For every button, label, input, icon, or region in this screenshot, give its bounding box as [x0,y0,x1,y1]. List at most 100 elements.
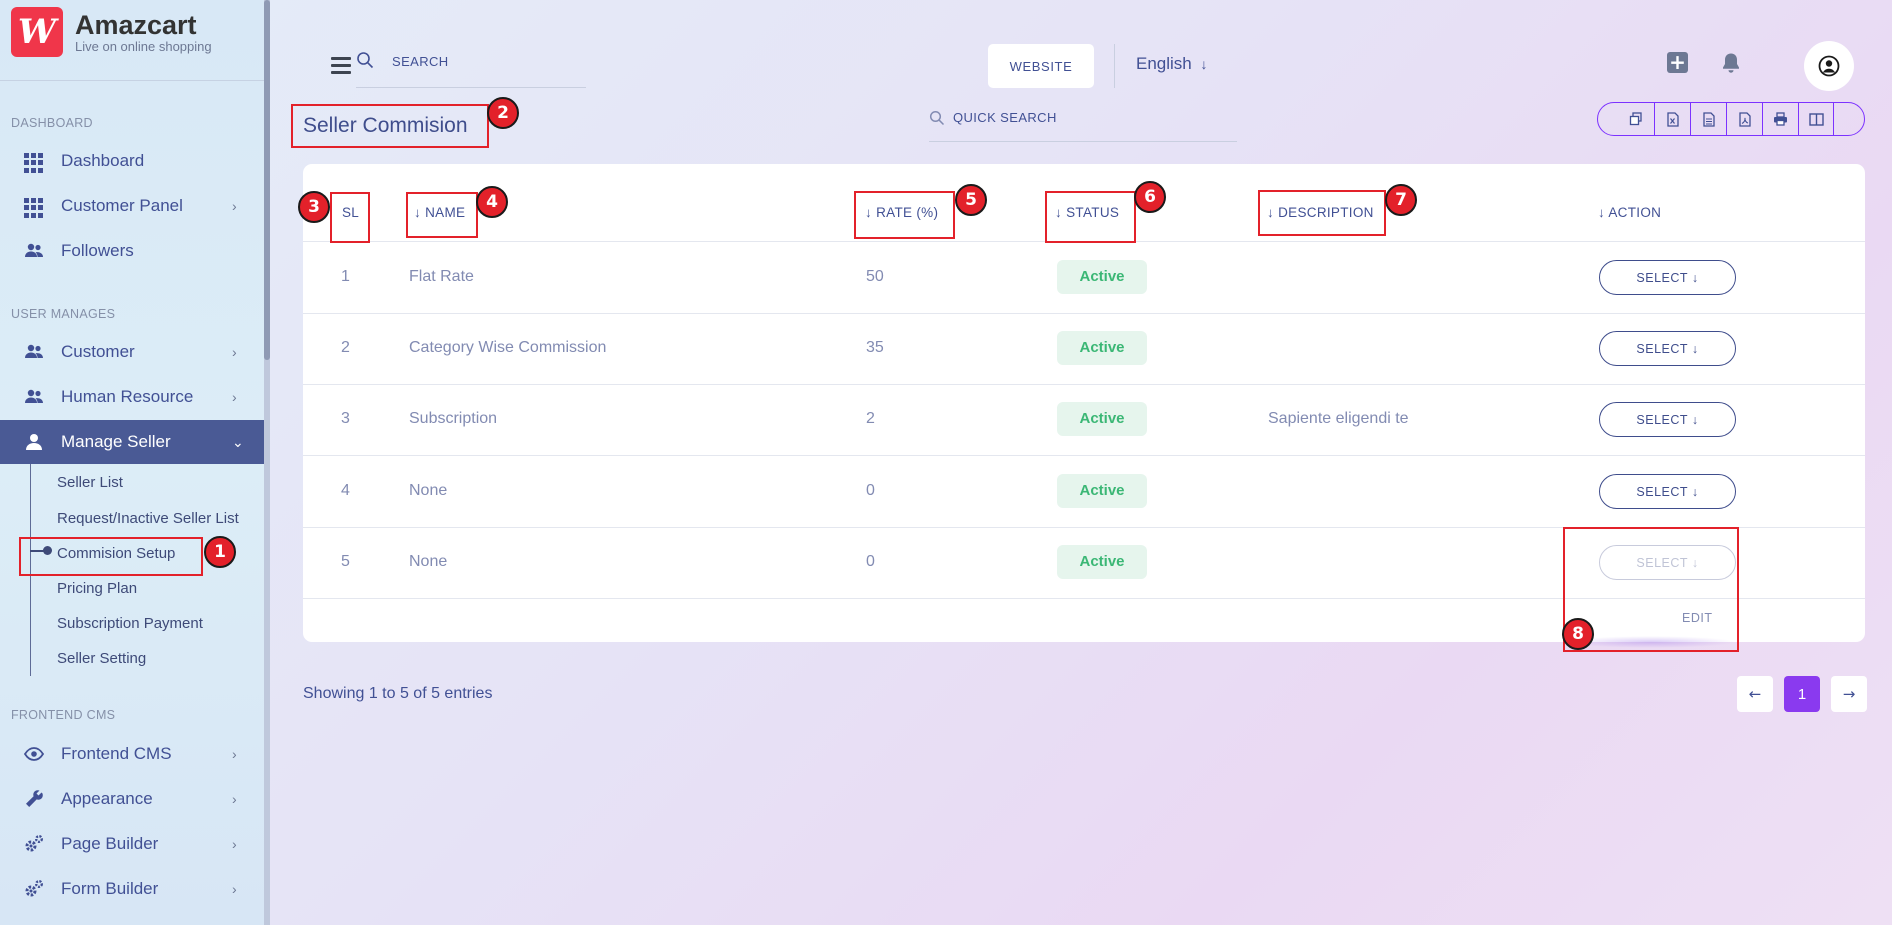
submenu-pricing-plan[interactable]: Pricing Plan [57,580,137,597]
submenu-request-inactive-seller-list[interactable]: Request/Inactive Seller List [57,510,239,527]
select-action-button[interactable]: SELECT ↓ [1599,402,1736,437]
select-action-button[interactable]: SELECT ↓ [1599,331,1736,366]
status-badge: Active [1057,331,1147,365]
column-header-label: ACTION [1608,205,1662,220]
sidebar-item-page-builder[interactable]: Page Builder › [0,822,264,866]
search-icon [357,52,374,69]
row-divider [303,384,1865,385]
sidebar-item-appearance[interactable]: Appearance › [0,777,264,821]
select-label: SELECT [1636,270,1688,285]
cell-name: Flat Rate [409,268,474,285]
pdf-button[interactable] [1726,103,1762,135]
arrow-down-icon: ↓ [1691,412,1699,427]
row-divider [303,455,1865,456]
annotation-box-7 [1258,190,1386,236]
gears-icon [25,880,43,897]
csv-button[interactable] [1690,103,1726,135]
columns-button[interactable] [1798,103,1834,135]
user-icon [26,434,42,450]
sidebar-item-label: Appearance [61,789,153,808]
bell-icon[interactable] [1719,51,1743,75]
chevron-down-icon: ⌄ [232,433,244,450]
entries-info: Showing 1 to 5 of 5 entries [303,685,493,702]
sidebar: W Amazcart Live on online shopping DASHB… [0,0,270,925]
sidebar-item-customer[interactable]: Customer › [0,330,264,374]
wrench-icon [26,790,43,807]
sidebar-item-label: Customer Panel [61,196,183,215]
brand-name: Amazcart [75,9,197,40]
search-bar [356,48,586,88]
sidebar-item-human-resource[interactable]: Human Resource › [0,375,264,419]
status-badge: Active [1057,402,1147,436]
cell-rate: 50 [866,268,884,285]
brand-tagline: Live on online shopping [75,38,212,54]
sidebar-item-customer-panel[interactable]: Customer Panel › [0,184,264,228]
annotation-marker-6: 6 [1134,181,1166,213]
logo-text: Amazcart Live on online shopping [75,11,212,54]
menu-toggle-icon[interactable] [331,57,351,74]
cell-name: Subscription [409,410,498,427]
cell-rate: 2 [866,410,875,427]
submenu-subscription-payment[interactable]: Subscription Payment [57,615,203,632]
section-dashboard: DASHBOARD [11,116,93,130]
cell-sl: 3 [341,410,350,427]
grid-icon [24,198,44,218]
file-text-icon [1702,111,1715,127]
chevron-right-icon: › [232,836,237,852]
annotation-box-5 [854,191,955,239]
header-separator [1114,44,1115,88]
cell-sl: 1 [341,268,350,285]
cell-name: None [409,553,448,570]
quick-search-input[interactable] [953,110,1223,125]
annotation-box-1 [19,537,203,576]
select-action-button[interactable]: SELECT ↓ [1599,260,1736,295]
chevron-right-icon: › [232,746,237,762]
cell-name: Category Wise Commission [409,339,607,356]
sidebar-item-label: Form Builder [61,879,159,898]
arrow-down-icon: ↓ [1200,56,1208,72]
avatar[interactable] [1804,41,1854,91]
brand-logo[interactable]: W Amazcart Live on online shopping [11,7,212,57]
arrow-down-icon: ↓ [1691,341,1699,356]
gears-icon [25,835,43,852]
sidebar-item-dashboard[interactable]: Dashboard [0,139,264,183]
submenu-seller-setting[interactable]: Seller Setting [57,650,146,667]
print-button[interactable] [1762,103,1798,135]
submenu-seller-list[interactable]: Seller List [57,474,123,491]
users-icon [25,389,43,403]
pagination-prev-button[interactable]: ← [1737,676,1773,712]
sort-arrow-icon: ↓ [1598,205,1606,220]
select-label: SELECT [1636,484,1688,499]
arrow-down-icon: ↓ [1691,270,1699,285]
row-divider [303,313,1865,314]
annotation-box-3 [330,192,370,243]
sidebar-item-form-builder[interactable]: Form Builder › [0,867,264,911]
website-button[interactable]: WEBSITE [988,44,1094,88]
chevron-right-icon: › [232,198,237,214]
status-badge: Active [1057,474,1147,508]
chevron-right-icon: › [232,389,237,405]
annotation-marker-7: 7 [1385,184,1417,216]
select-action-button[interactable]: SELECT ↓ [1599,474,1736,509]
cell-description: Sapiente eligendi te [1268,410,1409,427]
sidebar-item-frontend-cms[interactable]: Frontend CMS › [0,732,264,776]
cell-name: None [409,482,448,499]
cell-rate: 35 [866,339,884,356]
eye-icon [24,747,44,761]
search-icon [929,110,945,126]
pagination-next-button[interactable]: → [1831,676,1867,712]
excel-button[interactable] [1654,103,1690,135]
export-toolbar [1597,102,1865,136]
annotation-box-2 [291,104,489,148]
sidebar-item-followers[interactable]: Followers [0,229,264,273]
plus-square-icon[interactable]: + [1667,52,1688,73]
pagination-page-1[interactable]: 1 [1784,676,1820,712]
sidebar-item-manage-seller[interactable]: Manage Seller ⌄ [0,420,264,464]
copy-button[interactable] [1618,103,1654,135]
language-selector[interactable]: English ↓ [1136,54,1208,74]
cell-sl: 2 [341,339,350,356]
sidebar-item-label: Dashboard [61,151,145,170]
search-input[interactable] [392,54,582,69]
sidebar-scroll-thumb[interactable] [264,0,270,360]
column-header-action[interactable]: ↓ ACTION [1598,205,1661,220]
